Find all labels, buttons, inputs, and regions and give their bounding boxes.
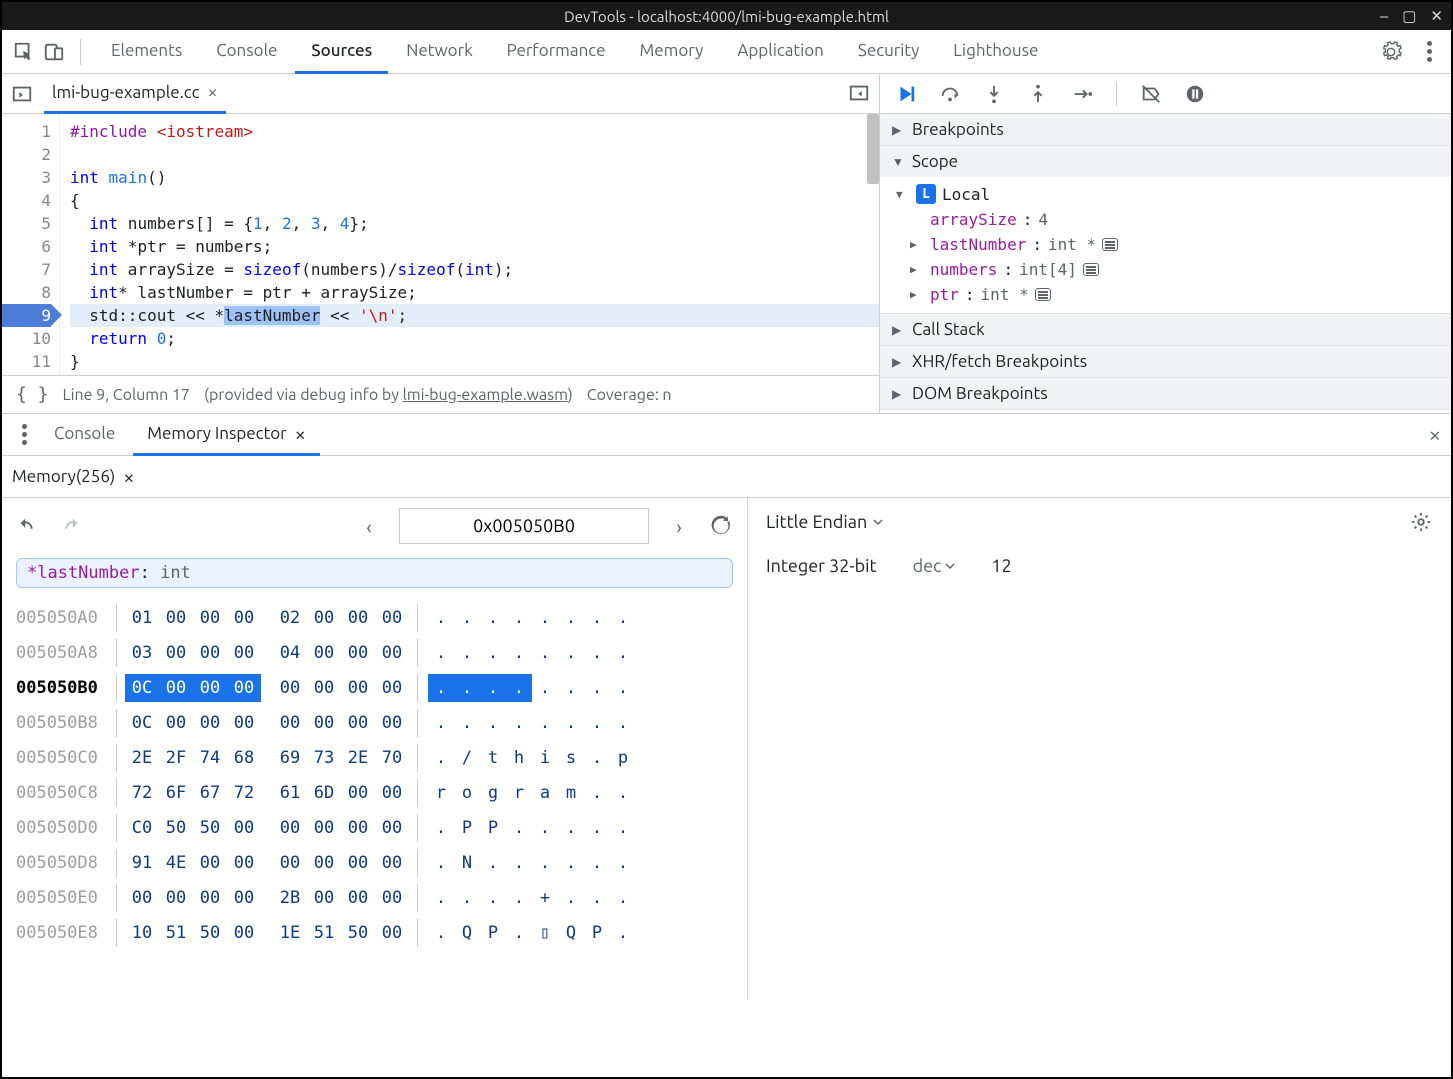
minimize-icon[interactable]: ‒ [1380, 7, 1388, 25]
coverage-label: Coverage: n [587, 386, 672, 404]
tab-memory[interactable]: Memory [624, 30, 720, 74]
drawer-tab-console[interactable]: Console [40, 414, 129, 456]
source-code-editor[interactable]: 123456789101112 #include <iostream> int … [2, 114, 879, 375]
line-number-gutter[interactable]: 123456789101112 [2, 114, 60, 375]
reveal-in-memory-icon[interactable] [1035, 288, 1051, 301]
value-interpreter: Little Endian Integer 32-bit dec 12 [748, 498, 1451, 1000]
hex-row[interactable]: 005050A00100000002000000........ [16, 600, 733, 635]
tab-lighthouse[interactable]: Lighthouse [937, 30, 1054, 74]
scrollbar[interactable] [867, 114, 879, 184]
close-drawer-icon[interactable]: × [1429, 422, 1441, 447]
hex-row[interactable]: 005050D0C050500000000000.PP..... [16, 810, 733, 845]
tab-performance[interactable]: Performance [491, 30, 622, 74]
drawer-more-icon[interactable] [12, 423, 36, 447]
hex-nav-bar: ‹ › [16, 508, 733, 544]
pretty-print-icon[interactable]: { } [16, 384, 49, 405]
chevron-down-icon [873, 517, 883, 527]
hex-row[interactable]: 005050D8914E000000000000.N...... [16, 845, 733, 880]
navigator-toggle-icon[interactable] [10, 82, 34, 106]
hex-row[interactable]: 005050C8726F6772616D0000rogram.. [16, 775, 733, 810]
step-into-icon[interactable] [982, 82, 1006, 106]
reveal-in-memory-icon[interactable] [1102, 238, 1118, 251]
file-tab-strip: lmi-bug-example.cc × [2, 74, 879, 114]
scope-variable[interactable]: ▶numbers: int[4] [890, 257, 1451, 282]
memory-instance-tab[interactable]: Memory(256) × [2, 456, 1451, 498]
breakpoints-section[interactable]: ▶Breakpoints [880, 114, 1451, 145]
hex-grid[interactable]: 005050A00100000002000000........005050A8… [16, 600, 733, 950]
local-scope-badge: L [916, 184, 936, 204]
tab-application[interactable]: Application [721, 30, 840, 74]
hex-row[interactable]: 005050B80C00000000000000........ [16, 705, 733, 740]
close-icon[interactable]: ✕ [1430, 7, 1443, 25]
scope-variable[interactable]: ▶ptr: int * [890, 282, 1451, 307]
debugger-controls [880, 74, 1451, 114]
close-tab-icon[interactable]: × [208, 82, 218, 102]
maximize-icon[interactable]: ▢ [1402, 7, 1416, 25]
window-titlebar: DevTools - localhost:4000/lmi-bug-exampl… [2, 2, 1451, 30]
drawer-tab-strip: Console Memory Inspector× × [2, 414, 1451, 456]
scope-variable[interactable]: arraySize: 4 [890, 207, 1451, 232]
address-input[interactable] [399, 508, 649, 544]
page-forward-icon[interactable]: › [667, 514, 691, 538]
debugger-sidebar-toggle-icon[interactable] [847, 81, 871, 105]
tab-security[interactable]: Security [842, 30, 935, 74]
window-title: DevTools - localhost:4000/lmi-bug-exampl… [564, 8, 889, 25]
resume-icon[interactable] [894, 82, 918, 106]
step-out-icon[interactable] [1026, 82, 1050, 106]
file-tab-name: lmi-bug-example.cc [52, 83, 200, 102]
endianness-select[interactable]: Little Endian [766, 512, 867, 532]
close-tab-icon[interactable]: × [295, 422, 306, 445]
debugger-sidebar: ▶Breakpoints ▼Scope ▼LLocal arraySize: 4… [880, 74, 1451, 413]
reveal-in-memory-icon[interactable] [1083, 263, 1099, 276]
refresh-icon[interactable] [709, 514, 733, 538]
interpreted-value: 12 [991, 556, 1011, 576]
step-over-icon[interactable] [938, 82, 962, 106]
hex-row[interactable]: 005050A80300000004000000........ [16, 635, 733, 670]
dom-breakpoints-section[interactable]: ▶DOM Breakpoints [880, 378, 1451, 409]
more-menu-icon[interactable] [1417, 40, 1441, 64]
cursor-position: Line 9, Column 17 [63, 386, 190, 404]
tab-elements[interactable]: Elements [95, 30, 198, 74]
xhr-breakpoints-section[interactable]: ▶XHR/fetch Breakpoints [880, 346, 1451, 377]
hex-row[interactable]: 005050E8105150001E515000.QP.▯QP. [16, 915, 733, 950]
tab-network[interactable]: Network [390, 30, 488, 74]
code-lines: #include <iostream> int main() { int num… [60, 114, 879, 375]
close-tab-icon[interactable]: × [123, 465, 134, 488]
panel-tabs: Elements Console Sources Network Perform… [95, 30, 1054, 74]
tab-console[interactable]: Console [200, 30, 293, 74]
hex-row[interactable]: 005050B00C00000000000000........ [16, 670, 733, 705]
scope-variable[interactable]: ▶lastNumber: int * [890, 232, 1451, 257]
window-controls: ‒ ▢ ✕ [1380, 7, 1443, 25]
step-icon[interactable] [1070, 82, 1094, 106]
undo-icon[interactable] [16, 514, 40, 538]
deactivate-breakpoints-icon[interactable] [1139, 82, 1163, 106]
scope-body: ▼LLocal arraySize: 4▶lastNumber: int * ▶… [880, 177, 1451, 313]
hex-row[interactable]: 005050E0000000002B000000....+... [16, 880, 733, 915]
value-type-label: Integer 32-bit [766, 556, 877, 576]
pause-on-exceptions-icon[interactable] [1183, 82, 1207, 106]
settings-gear-icon[interactable] [1379, 40, 1403, 64]
format-select[interactable]: dec [913, 556, 956, 576]
sources-panel: lmi-bug-example.cc × 123456789101112 #in… [2, 74, 880, 413]
scope-section[interactable]: ▼Scope [880, 146, 1451, 177]
file-tab[interactable]: lmi-bug-example.cc × [44, 74, 226, 114]
hex-viewer: ‹ › *lastNumber: int 005050A001000000020… [2, 498, 748, 1000]
redo-icon[interactable] [58, 514, 82, 538]
drawer-tab-memory-inspector[interactable]: Memory Inspector× [133, 414, 320, 456]
tab-sources[interactable]: Sources [295, 30, 388, 74]
callstack-section[interactable]: ▶Call Stack [880, 314, 1451, 345]
page-back-icon[interactable]: ‹ [357, 514, 381, 538]
debug-info-source: (provided via debug info by lmi-bug-exam… [204, 386, 573, 404]
main-toolbar: Elements Console Sources Network Perform… [2, 30, 1451, 74]
editor-status-bar: { } Line 9, Column 17 (provided via debu… [2, 375, 879, 413]
highlight-chip[interactable]: *lastNumber: int [16, 558, 733, 588]
inspect-element-icon[interactable] [12, 40, 36, 64]
value-settings-icon[interactable] [1409, 510, 1433, 534]
hex-row[interactable]: 005050C02E2F746869732E70./this.p [16, 740, 733, 775]
wasm-source-link[interactable]: lmi-bug-example.wasm [403, 386, 568, 404]
device-toggle-icon[interactable] [42, 40, 66, 64]
